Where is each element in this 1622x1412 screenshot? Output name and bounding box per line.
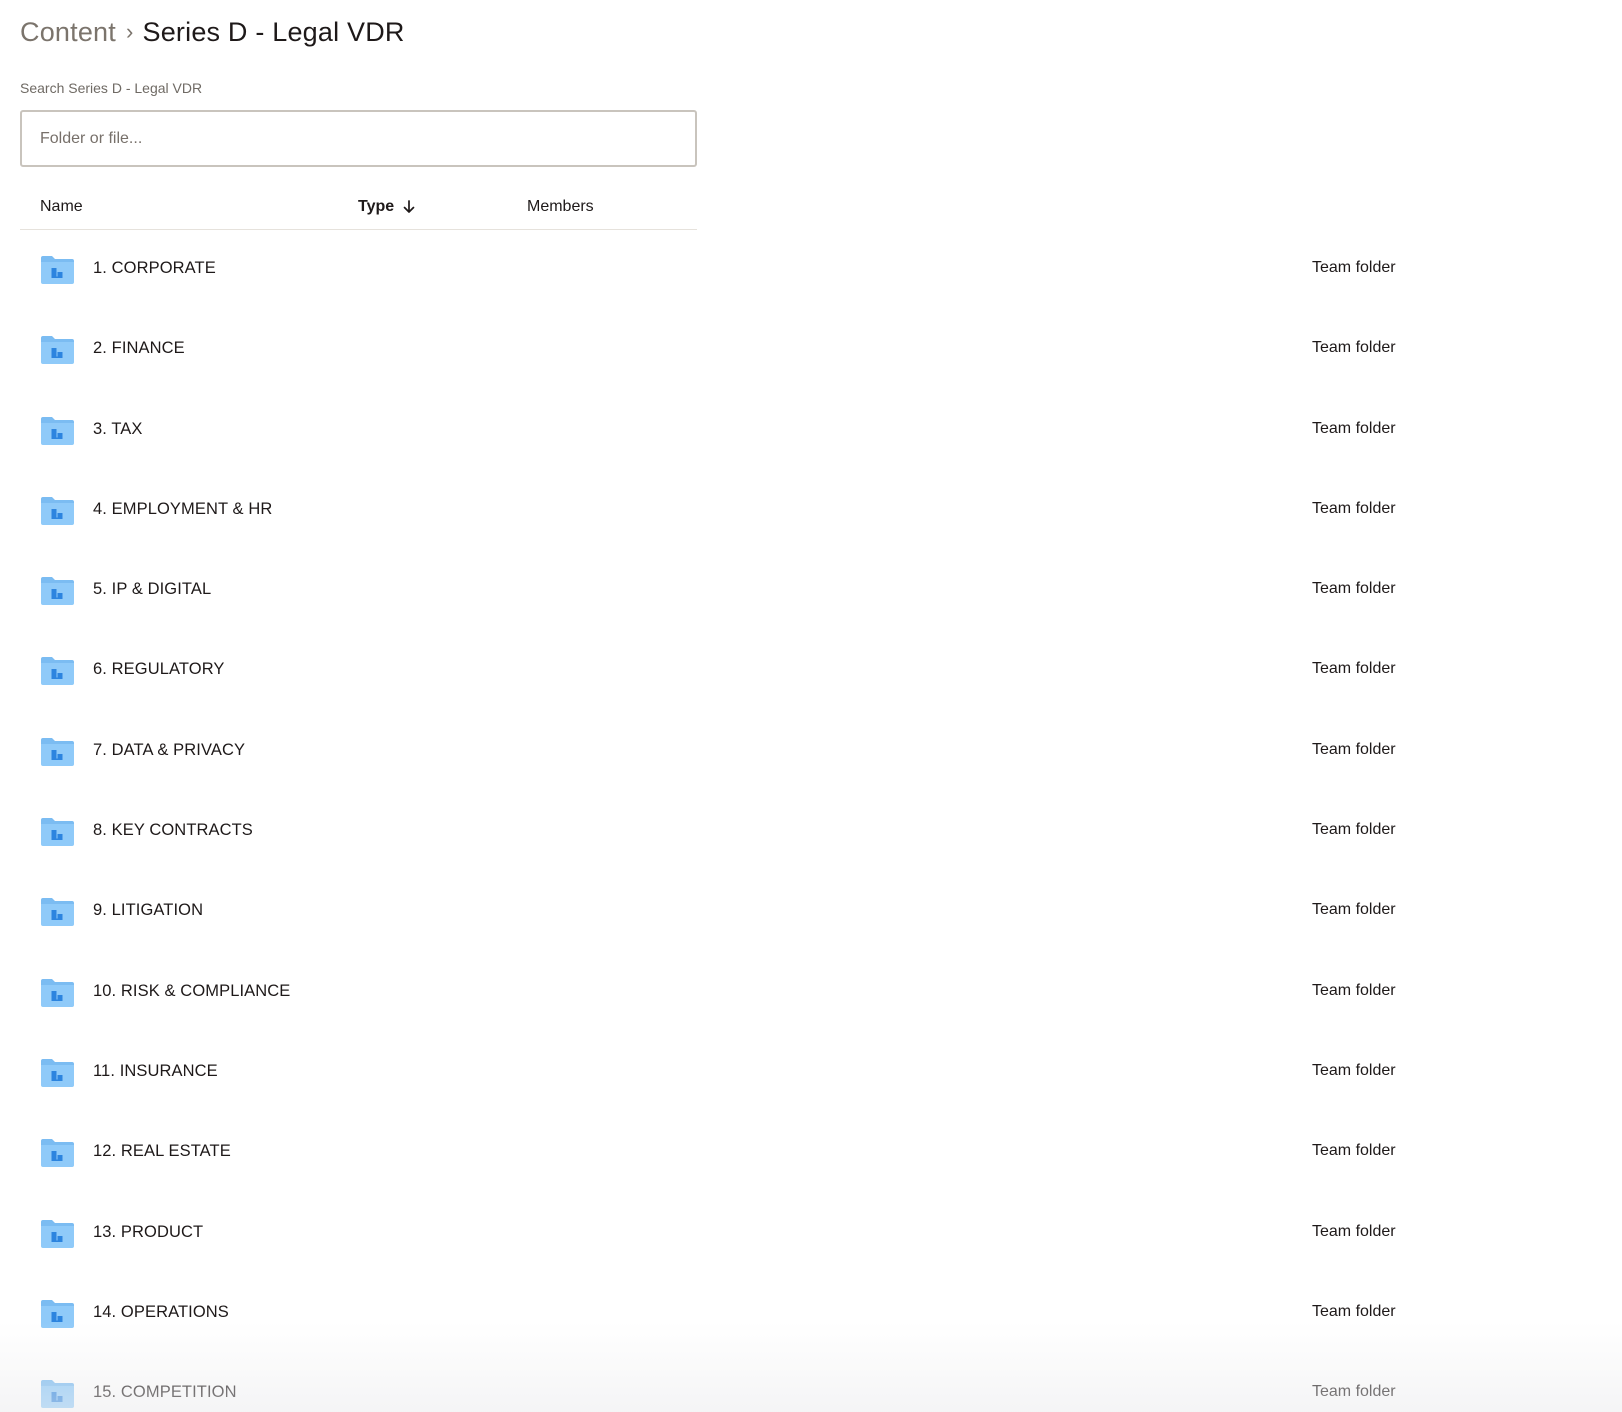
table-row[interactable]: 12. REAL ESTATE Team folder <box>0 1112 1622 1192</box>
folder-list: 1. CORPORATE Team folder 2. FINANCE Team… <box>0 229 1622 1412</box>
team-folder-icon <box>41 657 74 686</box>
column-header-members[interactable]: Members <box>527 198 594 216</box>
table-row[interactable]: 15. COMPETITION Team folder <box>0 1353 1622 1412</box>
table-row[interactable]: 5. IP & DIGITAL Team folder <box>0 550 1622 630</box>
team-folder-icon <box>41 577 74 606</box>
row-type: Team folder <box>1312 1222 1396 1240</box>
table-row[interactable]: 4. EMPLOYMENT & HR Team folder <box>0 470 1622 550</box>
column-header-name-label: Name <box>40 198 83 215</box>
team-folder-icon <box>41 416 74 445</box>
arrow-down-icon <box>403 200 415 213</box>
row-name: 7. DATA & PRIVACY <box>93 740 246 759</box>
row-name: 3. TAX <box>93 419 143 438</box>
row-type: Team folder <box>1312 821 1396 839</box>
breadcrumb: Content › Series D - Legal VDR <box>20 14 405 50</box>
table-row[interactable]: 14. OPERATIONS Team folder <box>0 1273 1622 1353</box>
column-header-type[interactable]: Type <box>358 198 415 216</box>
team-folder-icon <box>41 1139 74 1168</box>
team-folder-icon <box>41 737 74 766</box>
column-header-members-label: Members <box>527 198 594 215</box>
row-type: Team folder <box>1312 1142 1396 1160</box>
row-name: 14. OPERATIONS <box>93 1302 229 1321</box>
column-header-type-label: Type <box>358 198 395 215</box>
search-input[interactable] <box>20 110 697 167</box>
table-header: Name Type Members <box>20 190 697 230</box>
row-name: 5. IP & DIGITAL <box>93 580 212 599</box>
row-name: 11. INSURANCE <box>93 1061 218 1080</box>
row-type: Team folder <box>1312 259 1396 276</box>
row-type: Team folder <box>1312 580 1396 598</box>
search-label: Search Series D - Legal VDR <box>20 80 203 96</box>
row-name: 2. FINANCE <box>93 339 185 358</box>
table-row[interactable]: 9. LITIGATION Team folder <box>0 871 1622 951</box>
row-type: Team folder <box>1312 740 1396 758</box>
row-name: 13. PRODUCT <box>93 1222 204 1241</box>
team-folder-icon <box>41 1380 74 1409</box>
breadcrumb-root-link[interactable]: Content <box>20 17 116 48</box>
team-folder-icon <box>41 496 74 525</box>
row-name: 4. EMPLOYMENT & HR <box>93 499 273 518</box>
page-title: Series D - Legal VDR <box>142 16 405 47</box>
row-type: Team folder <box>1312 1302 1396 1320</box>
table-row[interactable]: 6. REGULATORY Team folder <box>0 630 1622 710</box>
row-type: Team folder <box>1312 1061 1396 1079</box>
row-type: Team folder <box>1312 499 1396 517</box>
team-folder-icon <box>41 336 74 365</box>
breadcrumb-separator-icon: › <box>125 19 134 44</box>
row-type: Team folder <box>1312 339 1396 357</box>
row-name: 10. RISK & COMPLIANCE <box>93 981 291 1000</box>
row-type: Team folder <box>1312 660 1396 678</box>
team-folder-icon <box>41 256 74 284</box>
team-folder-icon <box>41 1299 74 1328</box>
table-row[interactable]: 7. DATA & PRIVACY Team folder <box>0 711 1622 791</box>
table-row[interactable]: 2. FINANCE Team folder <box>0 309 1622 389</box>
row-type: Team folder <box>1312 419 1396 437</box>
row-name: 6. REGULATORY <box>93 660 225 679</box>
column-header-name[interactable]: Name <box>40 198 83 216</box>
table-row[interactable]: 11. INSURANCE Team folder <box>0 1032 1622 1112</box>
row-name: 8. KEY CONTRACTS <box>93 821 253 840</box>
row-name: 1. CORPORATE <box>93 259 216 277</box>
row-type: Team folder <box>1312 1383 1396 1401</box>
team-folder-icon <box>41 818 74 847</box>
table-row[interactable]: 1. CORPORATE Team folder <box>0 229 1622 309</box>
table-row[interactable]: 10. RISK & COMPLIANCE Team folder <box>0 952 1622 1032</box>
team-folder-icon <box>41 978 74 1007</box>
team-folder-icon <box>41 1219 74 1248</box>
row-name: 15. COMPETITION <box>93 1383 237 1402</box>
table-row[interactable]: 13. PRODUCT Team folder <box>0 1193 1622 1273</box>
table-row[interactable]: 8. KEY CONTRACTS Team folder <box>0 791 1622 871</box>
team-folder-icon <box>41 898 74 927</box>
row-name: 9. LITIGATION <box>93 901 204 920</box>
table-row[interactable]: 3. TAX Team folder <box>0 390 1622 470</box>
row-type: Team folder <box>1312 901 1396 919</box>
row-type: Team folder <box>1312 981 1396 999</box>
team-folder-icon <box>41 1058 74 1087</box>
row-name: 12. REAL ESTATE <box>93 1142 231 1161</box>
